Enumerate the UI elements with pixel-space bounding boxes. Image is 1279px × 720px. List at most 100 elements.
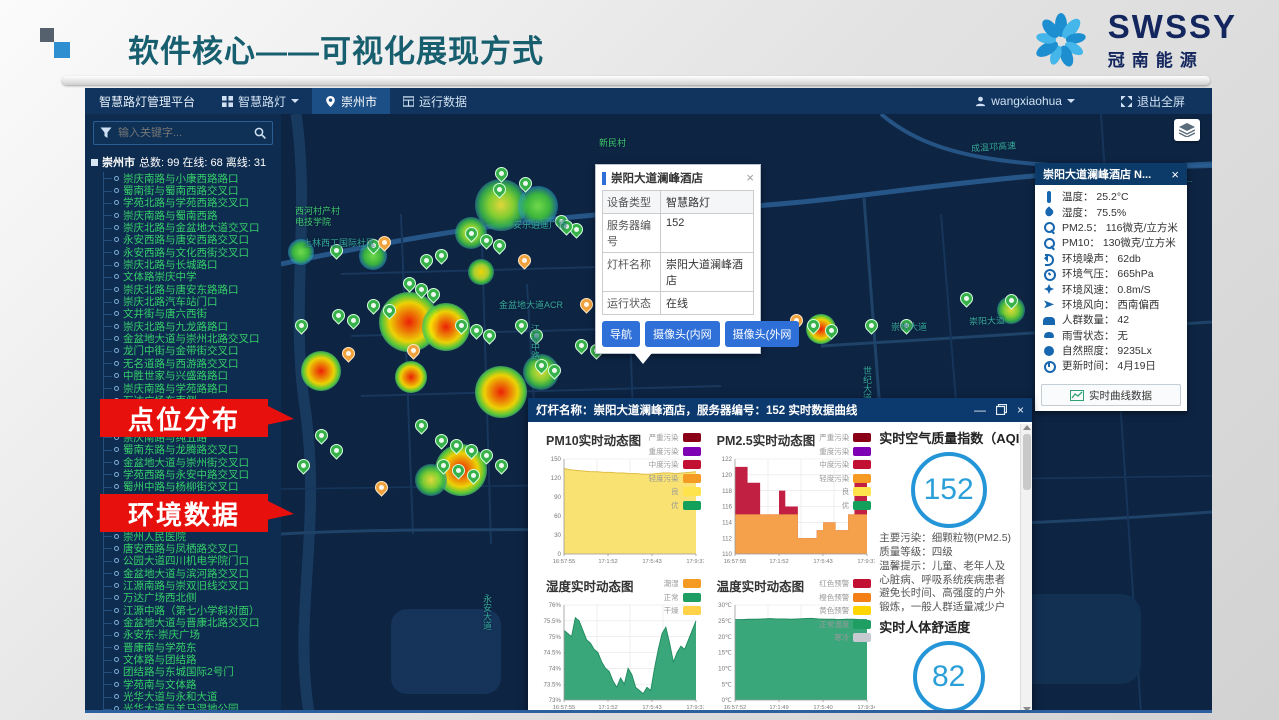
svg-text:0: 0	[558, 551, 562, 558]
svg-text:122: 122	[721, 456, 732, 463]
chart-legend: 红色预警橙色预警黄色预警正常温度寒冷	[819, 578, 871, 643]
popup-row: 设备类型智慧路灯	[603, 191, 753, 214]
restore-icon[interactable]	[996, 404, 1007, 417]
device-node-icon	[114, 472, 119, 477]
svg-text:118: 118	[722, 488, 732, 495]
device-popup: 崇阳大道澜峰酒店 × 设备类型智慧路灯服务器编号152灯杆名称崇阳大道澜峰酒店运…	[595, 164, 761, 354]
svg-text:16:57:52: 16:57:52	[723, 705, 746, 711]
legend-item: 严重污染	[649, 432, 701, 443]
popup-accent-bar	[602, 172, 606, 185]
svg-text:112: 112	[722, 535, 732, 542]
legend-item: 严重污染	[819, 432, 871, 443]
device-node-icon	[114, 250, 119, 255]
device-node-icon	[114, 534, 119, 539]
logo-wordmark: SWSSY	[1108, 12, 1237, 42]
close-icon[interactable]: ×	[1017, 404, 1024, 416]
map-road-label: 新民村	[599, 136, 626, 149]
device-node-icon	[114, 225, 119, 230]
sidebar-tree-list: 崇庆南路与小康西路路口蜀南街与蜀南西路交叉口学苑北路与学苑西路交叉口崇庆南路与蜀…	[103, 172, 281, 710]
username: wangxiaohua	[991, 94, 1062, 108]
map-road-label: 安乐逍遥广场	[513, 218, 567, 231]
legend-item: 中度污染	[649, 459, 701, 470]
svg-text:120: 120	[551, 475, 562, 482]
legend-item: 黄色预警	[819, 605, 871, 616]
legend-item: 轻度污染	[649, 473, 701, 484]
device-node-icon	[114, 571, 119, 576]
comfort-title: 实时人体舒适度	[879, 617, 1018, 636]
device-node-icon	[114, 373, 119, 378]
popup-nav-button[interactable]: 导航	[602, 321, 640, 347]
tree-collapse-icon[interactable]	[91, 159, 98, 166]
device-node-icon	[114, 694, 119, 699]
map-road-label: 崇州大道	[891, 320, 927, 333]
svg-text:76%: 76%	[549, 602, 562, 609]
svg-text:30: 30	[554, 532, 561, 539]
legend-item: 橙色预警	[819, 592, 871, 603]
tree-root-node[interactable]: 崇州市 总数: 99 在线: 68 离线: 31	[85, 152, 281, 172]
nav-label: 退出全屏	[1137, 93, 1185, 110]
slide-header: 软件核心——可视化展现方式 SWSSY 冠南能源	[0, 0, 1279, 88]
environment-row: 环境风向： 西南偏西	[1043, 297, 1179, 312]
svg-text:120: 120	[721, 472, 732, 479]
legend-item: 寒冷	[819, 632, 871, 643]
map-road-label: 江源中路	[529, 324, 542, 360]
environment-row: PM10： 130微克/立方米	[1043, 235, 1179, 250]
svg-text:17:5:40: 17:5:40	[813, 705, 832, 711]
legend-item: 红色预警	[819, 578, 871, 589]
popup-camera-internal-button[interactable]: 摄像头(内网	[645, 321, 720, 347]
svg-text:74%: 74%	[549, 666, 562, 673]
chart-legend: 严重污染重度污染中度污染轻度污染良优	[819, 432, 871, 511]
header-divider	[62, 76, 1210, 85]
minimize-icon[interactable]: —	[974, 404, 986, 416]
environment-row: 更新时间： 4月19日	[1043, 358, 1179, 373]
svg-text:116: 116	[722, 504, 732, 511]
svg-text:17:9:37: 17:9:37	[686, 559, 704, 565]
device-node-icon	[114, 447, 119, 452]
panel-scrollbar[interactable]	[1020, 424, 1032, 713]
nav-item-city[interactable]: 崇州市	[312, 88, 390, 114]
sidebar-item[interactable]: 光华大道与羊马湿地公园	[104, 703, 281, 710]
search-input[interactable]	[118, 127, 248, 139]
filter-icon[interactable]	[100, 127, 112, 139]
popup-table: 设备类型智慧路灯服务器编号152灯杆名称崇阳大道澜峰酒店运行状态在线	[602, 190, 754, 315]
user-icon	[975, 96, 986, 107]
legend-item: 中度污染	[819, 459, 871, 470]
environment-row: 温度： 25.2°C	[1043, 189, 1179, 204]
svg-text:75%: 75%	[549, 634, 562, 641]
device-node-icon	[114, 348, 119, 353]
device-node-icon	[114, 608, 119, 613]
legend-item: 重度污染	[649, 446, 701, 457]
scroll-down-icon[interactable]	[1023, 707, 1031, 712]
close-icon[interactable]: ×	[746, 173, 754, 183]
pm10-icon	[1043, 237, 1055, 249]
legend-item: 干燥	[664, 605, 701, 616]
map-road-label: 永安大道	[481, 594, 494, 630]
slide-background: 软件核心——可视化展现方式 SWSSY 冠南能源	[0, 0, 1279, 720]
svg-text:75.5%: 75.5%	[543, 618, 561, 625]
svg-text:60: 60	[554, 513, 561, 520]
nav-item-smart-lamp[interactable]: 智慧路灯	[209, 88, 312, 114]
device-node-icon	[114, 324, 119, 329]
search-icon[interactable]	[254, 127, 266, 139]
pm25-chart: PM2.5实时动态图 严重污染重度污染中度污染轻度污染良优 1101121141…	[705, 424, 876, 570]
svg-text:17:9:37: 17:9:37	[857, 559, 875, 565]
user-menu[interactable]: wangxiaohua	[962, 94, 1088, 108]
svg-text:74.5%: 74.5%	[543, 650, 561, 657]
close-icon[interactable]: ×	[1171, 167, 1179, 182]
callout-environment-data: 环境数据	[100, 494, 268, 532]
popup-row: 运行状态在线	[603, 292, 753, 315]
map-layers-button[interactable]	[1174, 119, 1200, 141]
scroll-up-icon[interactable]	[1023, 425, 1031, 430]
scrollbar-thumb[interactable]	[1023, 434, 1031, 490]
device-node-icon	[114, 213, 119, 218]
nav-item-running-data[interactable]: 运行数据	[390, 88, 480, 114]
environment-row: 自然照度： 9235Lx	[1043, 343, 1179, 358]
aqi-description: 主要污染：细颗粒物(PM2.5)质量等级：四级温馨提示：儿童、老年人及心脏病、呼…	[879, 532, 1018, 615]
deco-square-blue	[54, 42, 70, 58]
popup-camera-external-button[interactable]: 摄像头(外网	[725, 321, 800, 347]
grid-icon	[222, 96, 233, 107]
realtime-curve-button[interactable]: 实时曲线数据	[1041, 384, 1181, 406]
thermometer-icon	[1043, 191, 1055, 203]
exit-fullscreen-button[interactable]: 退出全屏	[1108, 93, 1198, 110]
pm25-icon	[1043, 221, 1055, 233]
